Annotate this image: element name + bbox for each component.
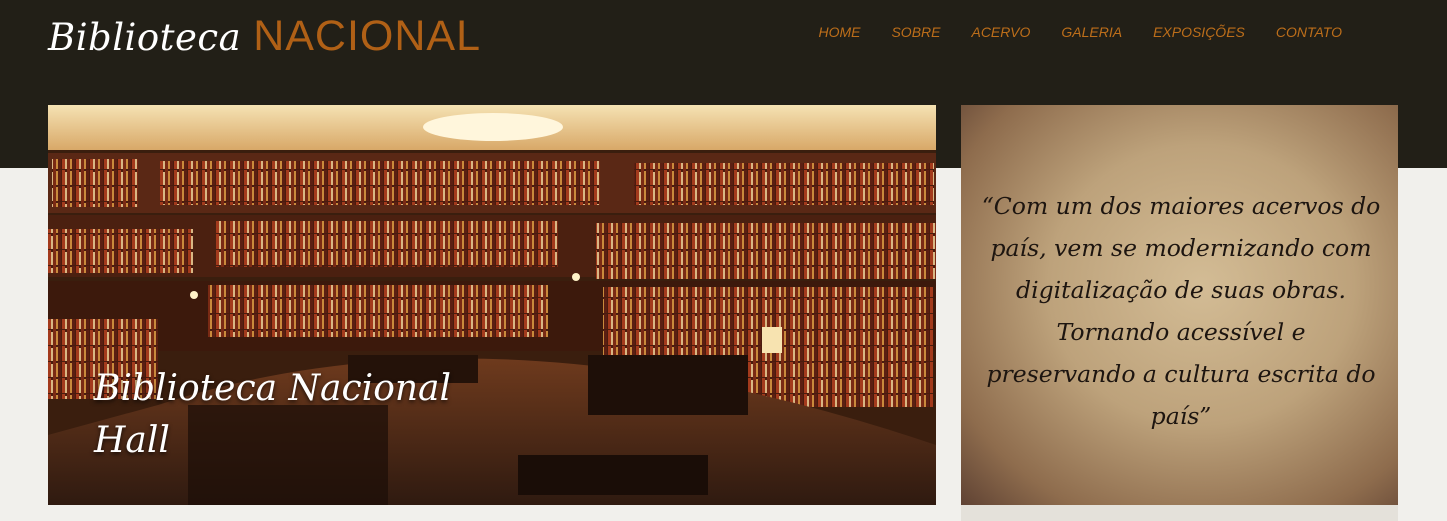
site-logo[interactable]: Biblioteca NACIONAL [48,12,481,64]
nav-acervo[interactable]: ACERVO [971,24,1030,40]
nav-contato[interactable]: CONTATO [1276,24,1342,40]
nav-exposicoes[interactable]: EXPOSIÇÕES [1153,24,1245,40]
logo-script-text: Biblioteca [48,16,242,59]
hero-library-image: Biblioteca Nacional Hall [48,105,936,505]
hero-caption: Biblioteca Nacional Hall [94,368,452,461]
quote-card: “Com um dos maiores acervos do país, vem… [961,105,1398,505]
nav-home[interactable]: HOME [818,24,860,40]
quote-card-footer [961,505,1398,521]
main-nav: HOME SOBRE ACERVO GALERIA EXPOSIÇÕES CON… [818,24,1342,40]
nav-sobre[interactable]: SOBRE [891,24,940,40]
quote-text: “Com um dos maiores acervos do país, vem… [981,191,1381,430]
nav-galeria[interactable]: GALERIA [1061,24,1122,40]
logo-caps-text: NACIONAL [253,12,482,60]
